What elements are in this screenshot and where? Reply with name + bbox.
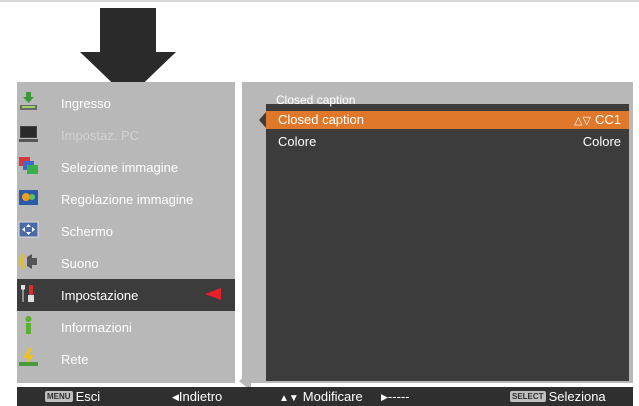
- closed-caption-value[interactable]: △▽ CC1: [574, 112, 621, 127]
- up-down-icon: ▲▼: [279, 393, 299, 404]
- menu-key-icon: MENU: [45, 391, 73, 402]
- top-divider: [0, 0, 639, 2]
- image-select-icon: [19, 157, 38, 174]
- menu-item-rete[interactable]: Rete: [17, 343, 235, 375]
- footer-modificare: ▲▼ Modificare: [279, 389, 363, 404]
- menu-item-impostazione[interactable]: Impostazione: [17, 279, 235, 311]
- footer-esci: MENU Esci: [45, 389, 100, 404]
- menu-item-label: Schermo: [61, 224, 114, 239]
- up-down-icon: △▽: [574, 115, 591, 127]
- closed-caption-value-text: CC1: [594, 112, 621, 127]
- menu-item-selezione-immagine[interactable]: Selezione immagine: [17, 151, 235, 183]
- screen-icon: [18, 221, 39, 238]
- closed-caption-row[interactable]: Closed caption △▽ CC1: [266, 111, 629, 129]
- select-key-icon: SELECT: [510, 391, 546, 402]
- right-arrow-icon: ▶: [381, 392, 388, 402]
- main-menu-panel: Ingresso Impostaz. PC Selezione immagine: [17, 82, 251, 391]
- menu-item-label: Rete: [61, 352, 89, 367]
- closed-caption-label: Closed caption: [278, 112, 364, 127]
- menu-item-suono[interactable]: Suono: [17, 247, 235, 279]
- menu-item-label: Impostaz. PC: [61, 128, 140, 143]
- menu-item-label: Selezione immagine: [61, 160, 179, 175]
- colore-row[interactable]: Colore Colore: [266, 133, 629, 151]
- menu-item-label: Suono: [61, 256, 99, 271]
- menu-item-informazioni[interactable]: Informazioni: [17, 311, 235, 343]
- submenu-title: Closed caption: [276, 93, 356, 107]
- left-arrow-icon: ◀: [172, 392, 179, 402]
- footer-indietro: ◀Indietro: [172, 389, 222, 404]
- seleziona-label: Seleziona: [548, 389, 606, 404]
- input-icon: [20, 92, 37, 110]
- footer-next: ▶-----: [381, 389, 410, 404]
- info-icon: [25, 316, 32, 334]
- menu-item-label: Impostazione: [61, 288, 139, 303]
- settings-icon: [21, 285, 34, 302]
- selection-marker-icon: [205, 288, 221, 300]
- footer-seleziona: SELECT Seleziona: [510, 389, 606, 404]
- footer-hint-bar: MENU Esci ◀Indietro ▲▼ Modificare ▶----- S…: [17, 387, 633, 406]
- menu-item-impostaz-pc[interactable]: Impostaz. PC: [17, 119, 235, 151]
- menu-item-label: Ingresso: [61, 96, 111, 111]
- next-label: -----: [387, 389, 410, 404]
- network-icon: [19, 348, 38, 367]
- esci-label: Esci: [75, 389, 101, 404]
- menu-item-ingresso[interactable]: Ingresso: [17, 87, 235, 119]
- menu-item-label: Informazioni: [61, 320, 132, 335]
- image-adjust-icon: [19, 190, 38, 205]
- menu-item-label: Regolazione immagine: [61, 192, 194, 207]
- modificare-label: Modificare: [302, 389, 363, 404]
- menu-item-schermo[interactable]: Schermo: [17, 215, 235, 247]
- indietro-label: Indietro: [178, 389, 223, 404]
- colore-label: Colore: [278, 134, 317, 149]
- sound-icon: [19, 253, 37, 270]
- colore-value: Colore: [582, 134, 621, 149]
- menu-item-regolazione-immagine[interactable]: Regolazione immagine: [17, 183, 235, 215]
- pc-icon: [19, 126, 38, 142]
